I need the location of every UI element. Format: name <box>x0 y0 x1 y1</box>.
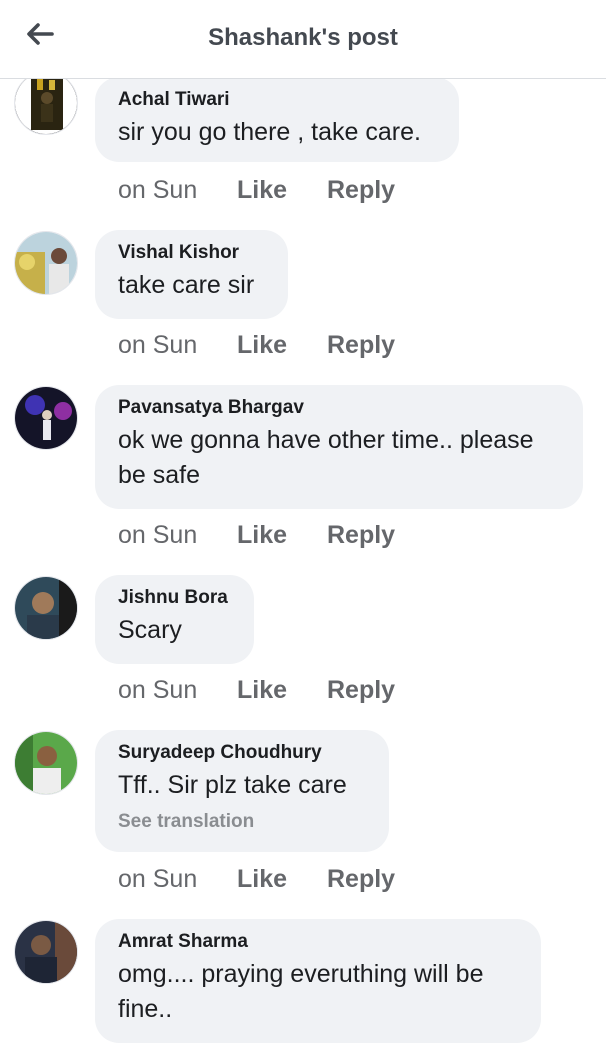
avatar[interactable] <box>14 386 78 450</box>
avatar[interactable] <box>14 231 78 295</box>
avatar[interactable] <box>14 79 78 135</box>
avatar[interactable] <box>14 731 78 795</box>
commenter-name[interactable]: Pavansatya Bhargav <box>118 397 559 419</box>
commenter-name[interactable]: Suryadeep Choudhury <box>118 742 365 764</box>
comment-text: Tff.. Sir plz take care <box>118 771 347 799</box>
comment-timestamp: on Sun <box>118 865 198 893</box>
avatar[interactable] <box>14 576 78 640</box>
page-title: Shashank's post <box>208 24 398 51</box>
commenter-name[interactable]: Amrat Sharma <box>118 931 517 953</box>
like-button[interactable]: Like <box>237 331 327 360</box>
reply-button[interactable]: Reply <box>327 865 395 894</box>
comment-bubble: Achal Tiwari sir you go there , take car… <box>95 79 459 162</box>
top-bar: Shashank's post <box>0 0 606 79</box>
like-button[interactable]: Like <box>237 521 327 550</box>
comment-bubble: Jishnu Bora Scary <box>95 575 254 664</box>
comment-text: Scary <box>118 616 182 644</box>
comment-actions: on Sun Like Reply <box>118 331 395 360</box>
reply-button[interactable]: Reply <box>327 176 395 205</box>
reply-button[interactable]: Reply <box>327 676 395 705</box>
commenter-name[interactable]: Achal Tiwari <box>118 89 435 111</box>
comment-timestamp: on Sun <box>118 521 198 549</box>
comment-bubble: Suryadeep Choudhury Tff.. Sir plz take c… <box>95 730 389 852</box>
reply-button[interactable]: Reply <box>327 521 395 550</box>
like-button[interactable]: Like <box>237 865 327 894</box>
commenter-name[interactable]: Jishnu Bora <box>118 587 230 609</box>
see-translation-link[interactable]: See translation <box>118 811 365 833</box>
commenter-name[interactable]: Vishal Kishor <box>118 242 264 264</box>
comment-actions: on Sun Like Reply <box>118 176 395 205</box>
comment-bubble: Vishal Kishor take care sir <box>95 230 288 319</box>
comment-text: ok we gonna have other time.. please be … <box>118 426 534 489</box>
comment-bubble: Amrat Sharma omg.... praying everuthing … <box>95 919 541 1043</box>
comment-actions: on Sun Like Reply <box>118 521 395 550</box>
comment-actions: on Sun Like Reply <box>118 865 395 894</box>
comment-text: sir you go there , take care. <box>118 118 421 146</box>
comment-bubble: Pavansatya Bhargav ok we gonna have othe… <box>95 385 583 509</box>
like-button[interactable]: Like <box>237 176 327 205</box>
comment-timestamp: on Sun <box>118 331 198 359</box>
comment-text: omg.... praying everuthing will be fine.… <box>118 960 484 1023</box>
comment-actions: on Sun Like Reply <box>118 676 395 705</box>
like-button[interactable]: Like <box>237 676 327 705</box>
avatar[interactable] <box>14 920 78 984</box>
reply-button[interactable]: Reply <box>327 331 395 360</box>
comment-list: Achal Tiwari sir you go there , take car… <box>0 79 606 1051</box>
comment-timestamp: on Sun <box>118 676 198 704</box>
comment-timestamp: on Sun <box>118 176 198 204</box>
comment-text: take care sir <box>118 271 255 299</box>
